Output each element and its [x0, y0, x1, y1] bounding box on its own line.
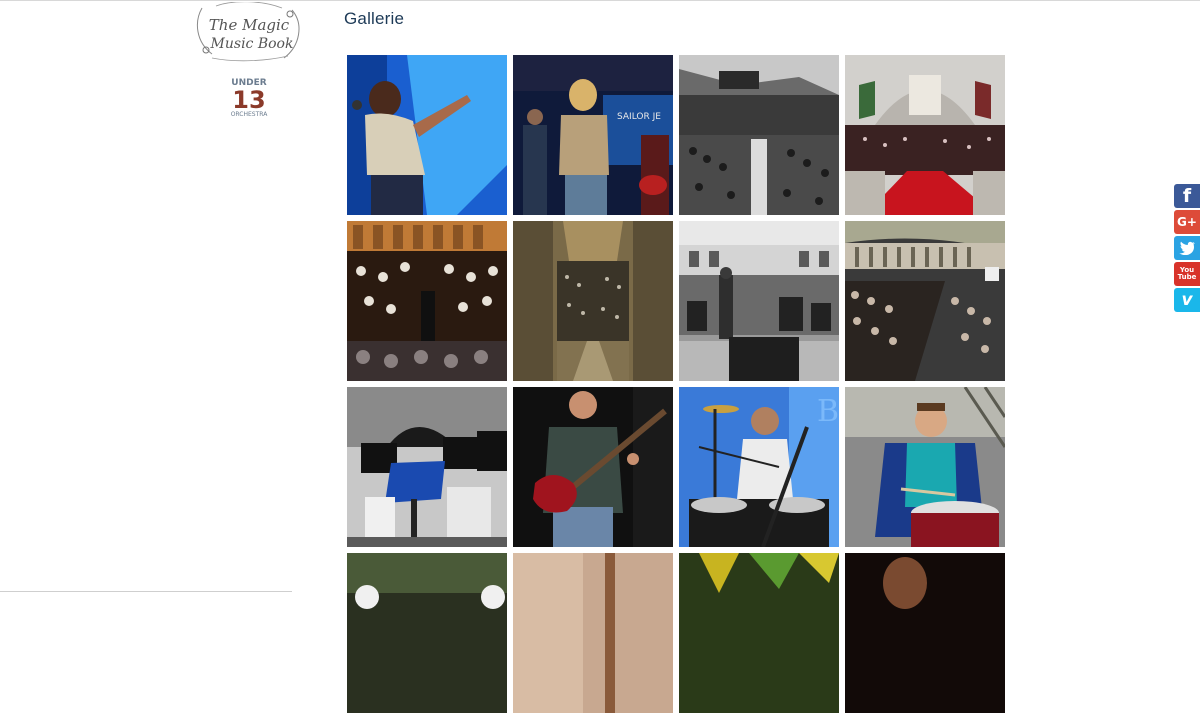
photo-partial-3 [679, 553, 839, 713]
gallery-tile-singer[interactable] [347, 55, 507, 215]
photo-partial-1 [347, 553, 507, 713]
svg-text:B: B [817, 394, 839, 429]
top-divider [0, 0, 1200, 1]
photo-basilica-aerial [513, 221, 673, 381]
gallery-tile-drummer[interactable]: B [679, 387, 839, 547]
gallery-tile-church-concert[interactable] [845, 55, 1005, 215]
photo-music-stands [347, 387, 507, 547]
gallery-tile-orchestra-hall[interactable] [679, 55, 839, 215]
gallery-tile-auditorium[interactable] [845, 221, 1005, 381]
photo-auditorium-audience [845, 221, 1005, 381]
photo-boy-drummer [845, 387, 1005, 547]
logo-line-1: The Magic [209, 16, 290, 34]
gallery-tile-basilica[interactable] [513, 221, 673, 381]
gallery-tile-partial-4[interactable] [845, 553, 1005, 713]
vimeo-icon[interactable]: v [1174, 288, 1200, 312]
under13-sub-text: ORCHESTRA [231, 111, 268, 118]
svg-text:SAILOR JE: SAILOR JE [617, 112, 661, 122]
photo-rehearsal-bw [679, 221, 839, 381]
gallery-tile-partial-2[interactable] [513, 553, 673, 713]
gallery-tile-partial-3[interactable] [679, 553, 839, 713]
twitter-icon[interactable] [1174, 236, 1200, 260]
gallery-tile-music-stands[interactable] [347, 387, 507, 547]
twitter-bird-glyph [1179, 241, 1195, 255]
under13-orchestra-logo[interactable]: UNDER 13 ORCHESTRA [221, 76, 277, 120]
photo-drummer-blue: B [679, 387, 839, 547]
photo-orchestra-conductor [347, 221, 507, 381]
photo-partial-4 [845, 553, 1005, 713]
gallery-tile-orchestra-conductor[interactable] [347, 221, 507, 381]
youtube-icon[interactable]: You Tube [1174, 262, 1200, 286]
under13-emblem: UNDER 13 ORCHESTRA [231, 78, 268, 118]
sidebar: The Magic Music Book UNDER 13 ORCHESTRA [190, 0, 320, 593]
photo-band-stage: SAILOR JE [513, 55, 673, 215]
gallery-tile-rehearsal[interactable] [679, 221, 839, 381]
magic-music-book-logo[interactable]: The Magic Music Book [192, 1, 306, 64]
photo-guitarist [513, 387, 673, 547]
photo-orchestra-hall-bw [679, 55, 839, 215]
gallery-tile-guitarist[interactable] [513, 387, 673, 547]
gallery-tile-band[interactable]: SAILOR JE [513, 55, 673, 215]
social-share-bar: f G+ You Tube v [1174, 184, 1200, 314]
google-plus-icon[interactable]: G+ [1174, 210, 1200, 234]
page-title: Gallerie [344, 9, 405, 28]
bottom-divider [0, 591, 292, 592]
magic-music-book-emblem: The Magic Music Book [196, 1, 300, 62]
logo-line-2: Music Book [210, 36, 294, 52]
facebook-icon[interactable]: f [1174, 184, 1200, 208]
under13-number: 13 [232, 86, 265, 114]
photo-church-red-carpet [845, 55, 1005, 215]
photo-singer-blue [347, 55, 507, 215]
photo-partial-2 [513, 553, 673, 713]
gallery-tile-boy-drummer[interactable] [845, 387, 1005, 547]
gallery-tile-partial-1[interactable] [347, 553, 507, 713]
